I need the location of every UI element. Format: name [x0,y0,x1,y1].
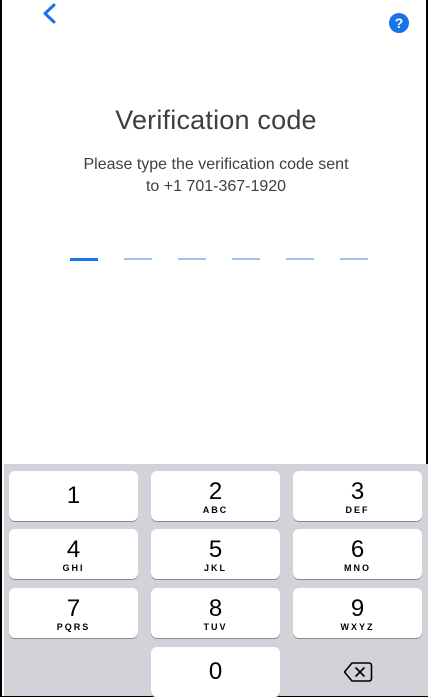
backspace-key[interactable] [293,647,422,697]
key-3[interactable]: 3 DEF [293,471,422,521]
backspace-icon [343,662,373,682]
key-letters: ABC [202,505,229,515]
code-slot-6[interactable] [340,258,368,260]
code-slot-1[interactable] [70,257,98,261]
key-digit: 5 [208,536,223,563]
key-letters: DEF [345,505,370,515]
key-digit: 3 [350,478,365,505]
code-slot-4[interactable] [232,258,260,260]
key-0[interactable]: 0 [151,647,280,697]
subtitle-line-1: Please type the verification code sent [83,156,349,173]
verification-screen: ? Verification code Please type the veri… [0,0,428,697]
key-letters: JKL [203,563,227,573]
code-slot-2[interactable] [124,258,152,260]
key-5[interactable]: 5 JKL [151,529,280,579]
key-letters: PQRS [56,622,91,632]
key-digit: 0 [208,658,223,685]
code-input[interactable] [70,257,370,261]
code-slot-3[interactable] [178,258,206,260]
key-digit: 4 [66,536,81,563]
key-9[interactable]: 9 WXYZ [293,588,422,638]
key-digit: 8 [208,595,223,622]
code-slot-5[interactable] [286,258,314,260]
back-button[interactable] [38,2,64,28]
page-title: Verification code [115,105,317,135]
key-7[interactable]: 7 PQRS [9,588,138,638]
key-letters: MNO [344,563,371,573]
key-digit: 7 [66,595,81,622]
numeric-keypad: 1 2 ABC 3 DEF 4 GHI 5 JKL 6 MNO 7 PQRS 8 [4,464,428,697]
key-6[interactable]: 6 MNO [293,529,422,579]
key-digit: 1 [66,482,81,509]
key-8[interactable]: 8 TUV [151,588,280,638]
key-letters: GHI [62,563,85,573]
key-letters: TUV [203,622,228,632]
subtitle-line-2: to +1 701-367-1920 [145,178,287,195]
key-2[interactable]: 2 ABC [151,471,280,521]
help-button[interactable]: ? [389,13,409,33]
key-letters: WXYZ [340,622,375,632]
key-1[interactable]: 1 [9,471,138,521]
key-digit: 9 [350,595,365,622]
key-digit: 6 [350,536,365,563]
chevron-left-icon [43,3,56,24]
key-4[interactable]: 4 GHI [9,529,138,579]
help-icon: ? [394,15,404,31]
key-digit: 2 [208,478,223,505]
page-subtitle: Please type the verification code sent t… [62,154,370,198]
